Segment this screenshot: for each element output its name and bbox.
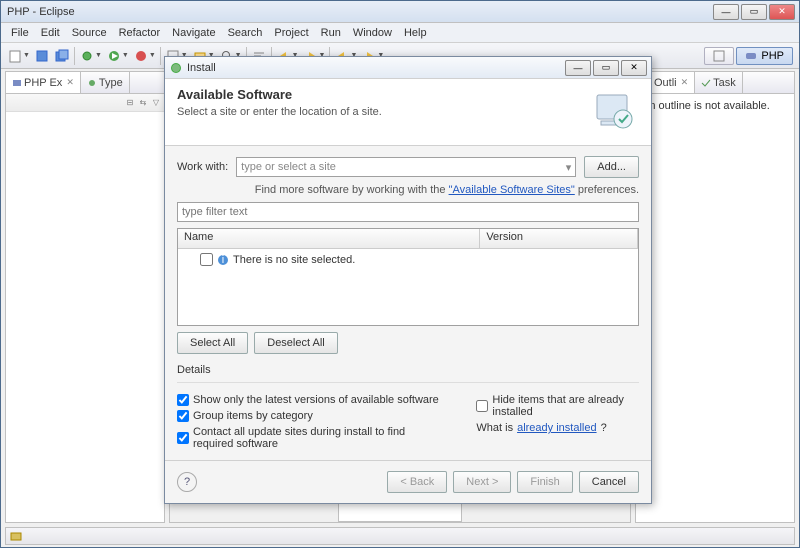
next-button[interactable]: Next > — [453, 471, 511, 493]
run-icon[interactable] — [105, 47, 123, 65]
task-icon — [701, 78, 711, 88]
view-menu-icon[interactable]: ▽ — [150, 97, 162, 109]
details-label: Details — [177, 364, 639, 376]
tab-php-explorer-label: PHP Ex — [24, 77, 62, 89]
new-icon[interactable] — [6, 47, 24, 65]
hint-row: Find more software by working with the "… — [177, 184, 639, 196]
php-explorer-icon — [12, 78, 22, 88]
chk-group[interactable]: Group items by category — [177, 410, 446, 422]
dialog-close-button[interactable]: ✕ — [621, 60, 647, 76]
save-all-icon[interactable] — [53, 47, 71, 65]
titlebar: PHP - Eclipse — ▭ ✕ — [1, 1, 799, 23]
menu-navigate[interactable]: Navigate — [166, 25, 221, 41]
dialog-titlebar: Install — ▭ ✕ — [165, 57, 651, 79]
type-icon — [87, 78, 97, 88]
filter-input[interactable] — [177, 202, 639, 222]
window-controls: — ▭ ✕ — [713, 4, 795, 20]
col-name[interactable]: Name — [178, 229, 480, 248]
tab-type-label: Type — [99, 77, 123, 89]
close-icon[interactable]: ✕ — [66, 77, 74, 88]
debug-icon[interactable] — [78, 47, 96, 65]
menu-file[interactable]: File — [5, 25, 35, 41]
perspective-switcher: PHP — [704, 47, 793, 65]
deselect-all-button[interactable]: Deselect All — [254, 332, 337, 354]
chk-contact[interactable]: Contact all update sites during install … — [177, 426, 446, 450]
work-with-combo[interactable]: type or select a site ▾ — [236, 157, 576, 177]
statusbar — [5, 527, 795, 545]
tab-tasks[interactable]: Task — [695, 72, 743, 93]
ext-dropdown[interactable]: ▼ — [149, 52, 156, 59]
tab-php-explorer[interactable]: PHP Ex ✕ — [6, 72, 81, 93]
dialog-heading: Available Software — [177, 87, 591, 102]
dialog-maximize-button[interactable]: ▭ — [593, 60, 619, 76]
menu-edit[interactable]: Edit — [35, 25, 66, 41]
dialog-subheading: Select a site or enter the location of a… — [177, 106, 591, 118]
info-icon: i — [217, 254, 229, 266]
details-box — [177, 382, 639, 388]
available-sites-link[interactable]: "Available Software Sites" — [449, 184, 575, 196]
software-table: Name Version i There is no site selected… — [177, 228, 639, 326]
menu-project[interactable]: Project — [268, 25, 314, 41]
php-icon — [745, 50, 757, 62]
already-installed-link[interactable]: already installed — [517, 422, 597, 434]
external-tools-icon[interactable] — [132, 47, 150, 65]
right-panel: Outli ✕ Task An outline is not available. — [635, 71, 795, 523]
back-button[interactable]: < Back — [387, 471, 447, 493]
open-perspective-button[interactable] — [704, 47, 734, 65]
help-button[interactable]: ? — [177, 472, 197, 492]
php-explorer-view: ⊟ ⇆ ▽ — [5, 93, 165, 523]
no-site-row: i There is no site selected. — [184, 253, 632, 266]
menu-source[interactable]: Source — [66, 25, 113, 41]
work-with-placeholder: type or select a site — [241, 161, 336, 173]
dialog-header: Available Software Select a site or ente… — [165, 79, 651, 146]
menu-help[interactable]: Help — [398, 25, 433, 41]
chevron-down-icon[interactable]: ▾ — [566, 161, 572, 174]
no-site-text: There is no site selected. — [233, 254, 355, 266]
dialog-footer: ? < Back Next > Finish Cancel — [165, 460, 651, 503]
menubar: File Edit Source Refactor Navigate Searc… — [1, 23, 799, 43]
row-checkbox[interactable] — [200, 253, 213, 266]
svg-text:i: i — [222, 254, 224, 266]
outline-message: An outline is not available. — [642, 100, 770, 112]
menu-refactor[interactable]: Refactor — [113, 25, 167, 41]
dialog-title: Install — [187, 62, 565, 74]
debug-dropdown[interactable]: ▼ — [95, 52, 102, 59]
dialog-minimize-button[interactable]: — — [565, 60, 591, 76]
chk-latest[interactable]: Show only the latest versions of availab… — [177, 394, 446, 406]
col-version[interactable]: Version — [480, 229, 638, 248]
finish-button[interactable]: Finish — [517, 471, 572, 493]
tab-tasks-label: Task — [713, 77, 736, 89]
menu-run[interactable]: Run — [315, 25, 347, 41]
tab-type-hierarchy[interactable]: Type — [81, 72, 130, 93]
window-title: PHP - Eclipse — [5, 6, 713, 18]
install-dialog: Install — ▭ ✕ Available Software Select … — [164, 56, 652, 504]
menu-search[interactable]: Search — [222, 25, 269, 41]
select-all-button[interactable]: Select All — [177, 332, 248, 354]
cancel-button[interactable]: Cancel — [579, 471, 639, 493]
install-icon — [169, 61, 183, 75]
close-button[interactable]: ✕ — [769, 4, 795, 20]
run-dropdown[interactable]: ▼ — [122, 52, 129, 59]
minimize-button[interactable]: — — [713, 4, 739, 20]
status-icon — [10, 530, 22, 542]
php-perspective-button[interactable]: PHP — [736, 47, 793, 65]
hint-suffix: preferences. — [575, 184, 639, 196]
wizard-banner-icon — [591, 87, 639, 135]
link-editor-icon[interactable]: ⇆ — [137, 97, 149, 109]
what-is-row: What is already installed? — [476, 422, 639, 434]
tab-outline-label: Outli — [654, 77, 677, 89]
add-site-button[interactable]: Add... — [584, 156, 639, 178]
work-with-label: Work with: — [177, 161, 228, 173]
save-icon[interactable] — [33, 47, 51, 65]
left-panel: PHP Ex ✕ Type ⊟ ⇆ ▽ — [5, 71, 165, 523]
hint-prefix: Find more software by working with the — [255, 184, 449, 196]
new-dropdown[interactable]: ▼ — [23, 52, 30, 59]
php-perspective-label: PHP — [761, 50, 784, 62]
menu-window[interactable]: Window — [347, 25, 398, 41]
maximize-button[interactable]: ▭ — [741, 4, 767, 20]
close-icon[interactable]: ✕ — [681, 77, 689, 88]
outline-view: An outline is not available. — [635, 93, 795, 523]
collapse-all-icon[interactable]: ⊟ — [124, 97, 136, 109]
chk-hide[interactable]: Hide items that are already installed — [476, 394, 639, 418]
